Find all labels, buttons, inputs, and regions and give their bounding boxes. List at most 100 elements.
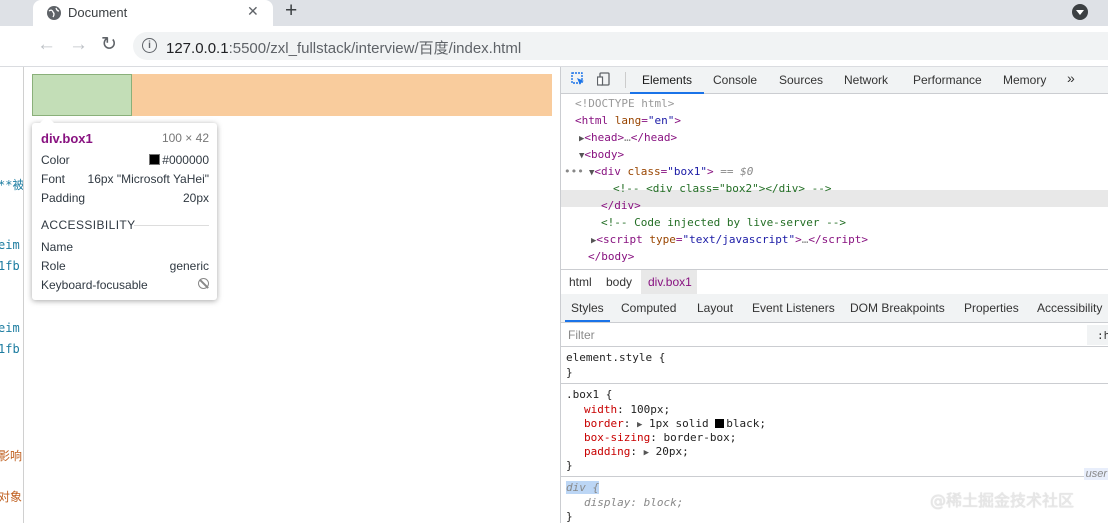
editor-background-strip: 1fb **被 eim 1fb eim 1fb 影响 对象	[0, 67, 24, 523]
tooltip-keyboard-label: Keyboard-focusable	[41, 278, 148, 292]
box1-margin-highlight	[132, 74, 552, 116]
dom-div-box1[interactable]: ▼<div class="box1"> == $0	[589, 163, 753, 180]
dom-node-menu-icon[interactable]: •••	[564, 163, 584, 180]
tooltip-element-name: div.box1	[41, 131, 93, 146]
tab-close-icon[interactable]: ✕	[247, 3, 259, 20]
tooltip-padding-row: Padding 20px	[41, 191, 209, 207]
tooltip-divider	[134, 225, 209, 226]
tooltip-color-row: Color #000000	[41, 153, 209, 169]
site-info-icon[interactable]: i	[142, 38, 157, 53]
inspect-element-icon[interactable]	[571, 72, 585, 86]
editor-fragment: **被	[0, 178, 24, 192]
rule-element-style[interactable]: element.style {	[566, 351, 665, 365]
browser-tab-document[interactable]: Document ✕	[33, 0, 273, 26]
back-arrow-icon[interactable]: ←	[37, 34, 56, 56]
box1-content-highlight[interactable]	[32, 74, 132, 116]
dom-html[interactable]: <html lang="en">	[575, 112, 681, 129]
tab-styles[interactable]: Styles	[565, 301, 610, 322]
hover-state-toggle[interactable]: :h	[1097, 329, 1108, 342]
dom-comment-injected[interactable]: <!-- Code injected by live-server -->	[601, 214, 846, 231]
styles-filter[interactable]	[564, 325, 1087, 345]
rule-separator	[561, 476, 1108, 477]
tab-strip: Document ✕ +	[0, 0, 1108, 26]
rule-div-selector[interactable]: div {	[566, 481, 600, 495]
globe-icon	[47, 6, 61, 20]
browser-toolbar: ← → ↻ i 127.0.0.1:5500/zxl_fullstack/int…	[0, 26, 1108, 67]
devtools-separator	[625, 72, 626, 88]
tab-network[interactable]: Network	[844, 73, 888, 87]
color-swatch-icon	[149, 154, 161, 165]
rule-close: }	[566, 366, 573, 379]
tab-sources[interactable]: Sources	[779, 73, 823, 87]
rule-separator	[561, 383, 1108, 384]
tooltip-padding-value: 20px	[182, 191, 209, 205]
tab-console[interactable]: Console	[713, 73, 757, 87]
tooltip-accessibility-heading: ACCESSIBILITY	[41, 218, 136, 232]
tooltip-role-label: Role	[41, 259, 66, 273]
tab-search-icon[interactable]	[1072, 4, 1088, 20]
tab-title: Document	[68, 5, 128, 20]
watermark: @稀土掘金技术社区	[930, 491, 1075, 510]
breadcrumb-div-box1[interactable]: div.box1	[648, 275, 692, 289]
dom-head[interactable]: ▶<head>…</head>	[579, 129, 677, 146]
tooltip-header: div.box1 100 × 42	[41, 131, 209, 147]
decl-border[interactable]: border: ▶ 1px solid black;	[584, 417, 766, 431]
rule-close: }	[566, 459, 573, 472]
tab-properties[interactable]: Properties	[964, 301, 1019, 315]
tooltip-role-row: Role generic	[41, 259, 209, 275]
tab-computed[interactable]: Computed	[621, 301, 676, 315]
tooltip-size: 100 × 42	[161, 131, 209, 145]
decl-box-sizing[interactable]: box-sizing: border-box;	[584, 431, 736, 445]
editor-fragment: 1fb	[0, 342, 20, 356]
tooltip-keyboard-row: Keyboard-focusable	[41, 278, 209, 294]
breadcrumb-html[interactable]: html	[569, 275, 592, 289]
reload-icon[interactable]: ↻	[101, 34, 117, 56]
page-viewport: 1fb **被 eim 1fb eim 1fb 影响 对象 div.box1 1…	[0, 67, 560, 523]
decl-width[interactable]: width: 100px;	[584, 403, 670, 417]
tooltip-role-value: generic	[169, 259, 209, 273]
user-agent-stylesheet-label: user	[1083, 468, 1108, 480]
address-url: 127.0.0.1:5500/zxl_fullstack/interview/百…	[166, 40, 522, 57]
rule-separator	[561, 346, 1108, 347]
decl-padding[interactable]: padding: ▶ 20px;	[584, 445, 689, 459]
dom-script[interactable]: ▶<script type="text/javascript">…</scrip…	[591, 231, 868, 248]
tab-memory[interactable]: Memory	[1003, 73, 1046, 87]
tab-event-listeners[interactable]: Event Listeners	[752, 301, 835, 315]
tooltip-font-label: Font	[41, 172, 66, 186]
breadcrumb-body[interactable]: body	[606, 275, 632, 289]
tooltip-name-label: Name	[41, 240, 74, 254]
not-allowed-icon	[198, 278, 209, 292]
decl-display: display: block;	[584, 496, 684, 509]
tooltip-padding-label: Padding	[41, 191, 86, 205]
editor-fragment: 影响	[0, 449, 23, 463]
editor-fragment: 对象	[0, 490, 23, 504]
dom-div-close[interactable]: </div>	[601, 197, 641, 214]
breadcrumb: html body div.box1	[561, 269, 1108, 295]
dom-tree: <!DOCTYPE html> <html lang="en"> ▶<head>…	[561, 94, 1108, 269]
editor-fragment: 1fb	[0, 259, 20, 273]
rule-close: }	[566, 510, 573, 523]
tab-elements[interactable]: Elements	[629, 73, 705, 94]
rule-box1-selector[interactable]: .box1 {	[566, 388, 612, 402]
tooltip-font-value: 16px "Microsoft YaHei"	[87, 172, 209, 186]
tooltip-color-value: #000000	[149, 153, 209, 167]
tab-dom-breakpoints[interactable]: DOM Breakpoints	[850, 301, 945, 315]
dom-body-close[interactable]: </body>	[588, 248, 634, 265]
address-bar[interactable]: i 127.0.0.1:5500/zxl_fullstack/interview…	[133, 32, 1108, 60]
tab-accessibility[interactable]: Accessibility	[1037, 301, 1102, 315]
tab-layout[interactable]: Layout	[697, 301, 733, 315]
tooltip-name-row: Name	[41, 240, 209, 256]
new-tab-button[interactable]: +	[285, 0, 297, 23]
more-tabs-icon[interactable]: »	[1067, 70, 1075, 86]
styles-filter-input[interactable]	[564, 325, 872, 345]
tab-performance[interactable]: Performance	[913, 73, 982, 87]
devtools-panel: Elements Console Sources Network Perform…	[560, 67, 1108, 523]
tooltip-color-label: Color	[41, 153, 70, 167]
dom-body[interactable]: ▼<body>	[579, 146, 624, 163]
color-swatch-icon[interactable]	[715, 419, 725, 428]
tooltip-font-row: Font 16px "Microsoft YaHei"	[41, 172, 209, 188]
forward-arrow-icon[interactable]: →	[69, 34, 88, 56]
device-toolbar-icon[interactable]	[597, 72, 611, 86]
dom-doctype[interactable]: <!DOCTYPE html>	[575, 95, 674, 112]
dom-comment-box2[interactable]: <!-- <div class="box2"></div> -->	[613, 180, 832, 197]
